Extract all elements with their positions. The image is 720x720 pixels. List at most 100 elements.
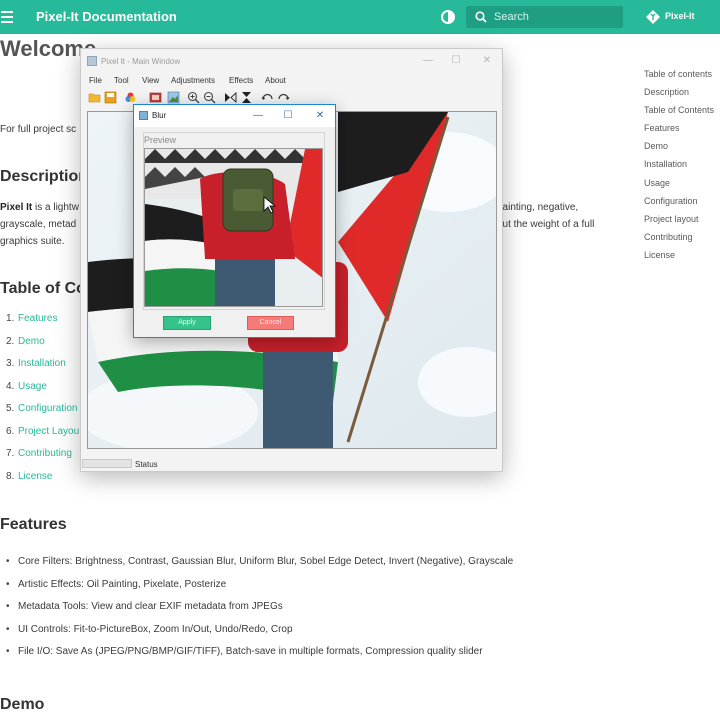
description-line: graphics suite. [0,236,65,247]
bullet: • [6,578,10,590]
color-wheel-icon[interactable] [124,91,137,104]
toc-number: 6. [6,425,15,437]
preview-label: Preview [144,135,177,145]
status-text: Status [135,460,158,469]
minimize-icon[interactable]: — [417,53,439,69]
feature-item: • Core Filters: Brightness, Contrast, Gau… [0,556,513,579]
zoom-in-icon[interactable] [187,91,200,104]
description-bold: Pixel It [0,202,33,213]
right-toc-item[interactable]: Project layout [644,214,714,232]
feature-item: • File I/O: Save As (JPEG/PNG/BMP/GIF/TIF… [0,646,513,669]
toc-item: 5. Configuration [0,403,79,426]
blur-dialog: Blur — ☐ ✕ Preview Apply Cancel [133,104,336,338]
dialog-maximize-icon[interactable]: ☐ [278,108,298,124]
toc-heading: Table of Co [0,280,86,297]
description-line: out the weight of a full [497,219,595,230]
right-toc-item[interactable]: Installation [644,159,714,177]
description-heading: Description [0,168,89,185]
save-icon[interactable] [104,91,117,104]
menu-effects[interactable]: Effects [229,76,253,85]
right-toc-title: Table of contents [644,69,713,79]
feature-item: • Metadata Tools: View and clear EXIF met… [0,601,513,624]
toc-number: 8. [6,470,15,482]
right-toc-item[interactable]: Features [644,123,714,141]
toc-number: 4. [6,380,15,392]
undo-icon[interactable] [261,91,274,104]
right-toc-item[interactable]: Description [644,87,714,105]
flip-horizontal-icon[interactable] [224,91,237,104]
toc-item: 8. License [0,471,79,494]
search-icon [475,11,487,23]
toc-link-demo[interactable]: Demo [18,336,45,347]
search-input[interactable] [494,9,614,25]
menu-about[interactable]: About [265,76,286,85]
menu-adjustments[interactable]: Adjustments [171,76,215,85]
app-icon [87,56,97,66]
menu-file[interactable]: File [89,76,102,85]
description-line: is a lightw [32,202,79,213]
image-info-icon[interactable] [149,91,162,104]
toc-link-contributing[interactable]: Contributing [18,448,72,459]
toc-item: 6. Project Layou [0,426,79,449]
feature-text: Metadata Tools: View and clear EXIF meta… [18,601,283,612]
dialog-minimize-icon[interactable]: — [248,108,268,124]
description-line: grayscale, metad [0,219,77,230]
search-box[interactable] [466,6,623,28]
progress-bar [82,459,132,468]
feature-text: Core Filters: Brightness, Contrast, Gaus… [18,556,514,567]
description-text: Pixel It is a lightw grayscale, metad gr… [0,199,79,250]
toc-item: 7. Contributing [0,448,79,471]
dialog-title: Blur [152,111,167,120]
maximize-icon[interactable]: ☐ [445,53,467,69]
toc-item: 1. Features [0,313,79,336]
theme-toggle-icon[interactable] [439,8,457,26]
window-title: Pixel It - Main Window [101,57,181,66]
feature-item: • UI Controls: Fit-to-PictureBox, Zoom In… [0,624,513,647]
close-icon[interactable]: ✕ [476,53,498,69]
dialog-close-icon[interactable]: ✕ [310,108,330,124]
right-toc-item[interactable]: Contributing [644,232,714,250]
toc-list: 1. Features 2. Demo 3. Installation 4. Usage… [0,313,79,493]
window-title-bar[interactable]: Pixel It - Main Window — ☐ ✕ [81,49,502,75]
toc-item: 3. Installation [0,358,79,381]
status-bar: Status [81,457,502,471]
toc-number: 5. [6,403,15,414]
toc-link-features[interactable]: Features [18,313,57,324]
toc-link-project-layout[interactable]: Project Layou [18,426,79,437]
bullet: • [6,556,10,567]
toc-item: 4. Usage [0,381,79,404]
toc-link-installation[interactable]: Installation [18,358,66,369]
apply-button[interactable]: Apply [163,316,211,330]
crop-icon[interactable] [167,91,180,104]
site-title[interactable]: Pixel-It Documentation [36,9,177,24]
intro-text: For full project sc [0,124,77,135]
toc-number: 7. [6,448,15,459]
toc-item: 2. Demo [0,336,79,359]
right-toc-item[interactable]: License [644,250,714,268]
right-toc-item[interactable]: Demo [644,141,714,159]
flip-vertical-icon[interactable] [240,91,253,104]
dialog-app-icon [139,111,148,120]
cancel-button[interactable]: Cancel [247,316,294,330]
open-icon[interactable] [88,91,101,104]
menu-tool[interactable]: Tool [114,76,129,85]
toc-link-configuration[interactable]: Configuration [18,403,77,414]
repo-icon[interactable] [645,9,661,25]
redo-icon[interactable] [277,91,290,104]
zoom-out-icon[interactable] [203,91,216,104]
dialog-title-bar[interactable]: Blur — ☐ ✕ [134,105,335,127]
toc-link-license[interactable]: License [18,471,52,482]
menu-view[interactable]: View [142,76,159,85]
right-toc-item[interactable]: Configuration [644,196,714,214]
right-toc-item[interactable]: Usage [644,178,714,196]
features-heading: Features [0,516,67,533]
preview-image [144,148,323,307]
menu-bar: File Tool View Adjustments Effects About [81,75,502,89]
repo-name[interactable]: Pixel-It [665,11,695,21]
menu-icon[interactable] [1,11,13,23]
toc-link-usage[interactable]: Usage [18,381,47,392]
right-toc-item[interactable]: Table of Contents [644,105,714,123]
feature-text: File I/O: Save As (JPEG/PNG/BMP/GIF/TIFF… [18,646,483,657]
description-line: painting, negative, [497,202,579,213]
feature-text: Artistic Effects: Oil Painting, Pixelate… [18,578,227,590]
